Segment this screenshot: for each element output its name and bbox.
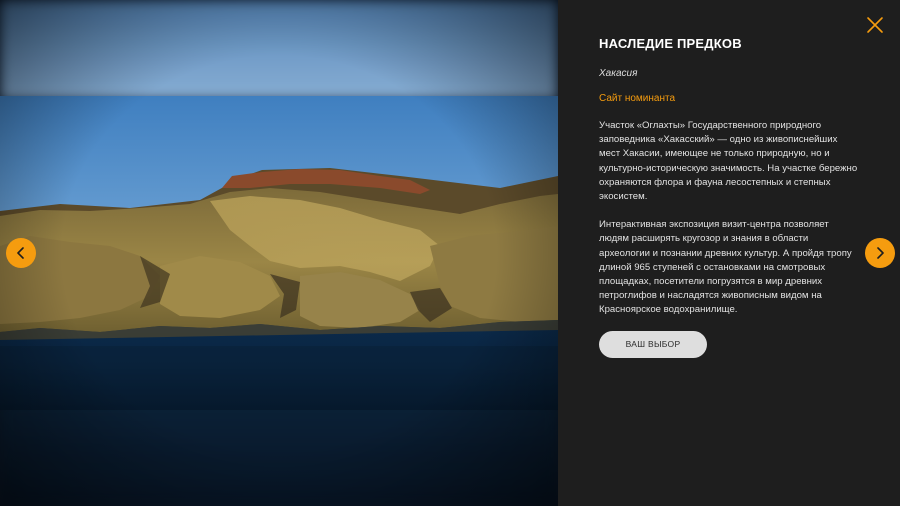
info-content: НАСЛЕДИЕ ПРЕДКОВ Хакасия Сайт номинанта … — [599, 36, 861, 358]
region-label: Хакасия — [599, 68, 638, 79]
info-panel: НАСЛЕДИЕ ПРЕДКОВ Хакасия Сайт номинанта … — [558, 0, 900, 506]
chevron-right-icon — [877, 247, 884, 259]
next-slide-button[interactable] — [865, 238, 895, 268]
landscape-illustration — [0, 96, 558, 410]
page-title: НАСЛЕДИЕ ПРЕДКОВ — [599, 36, 742, 51]
chevron-left-icon — [17, 247, 24, 259]
landscape-photo — [0, 96, 558, 410]
photo-gallery — [0, 0, 558, 506]
description-paragraph-2: Интерактивная экспозиция визит-центра по… — [599, 219, 852, 316]
close-icon — [867, 17, 883, 33]
prev-slide-button[interactable] — [6, 238, 36, 268]
nominee-site-link[interactable]: Сайт номинанта — [599, 92, 675, 105]
close-button[interactable] — [866, 16, 884, 34]
vote-button[interactable]: ВАШ ВЫБОР — [599, 330, 707, 358]
description-paragraph-1: Участок «Оглахты» Государственного приро… — [599, 120, 858, 203]
